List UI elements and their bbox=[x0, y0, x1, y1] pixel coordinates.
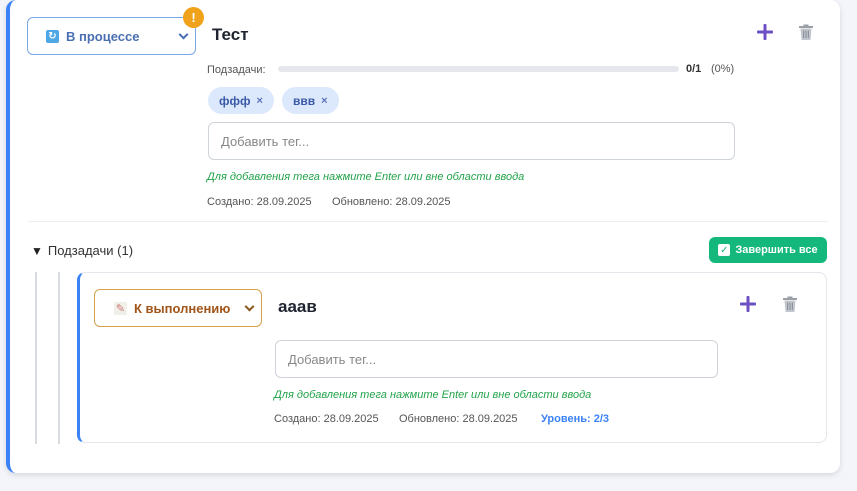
subtask-title[interactable]: ааав bbox=[278, 297, 317, 317]
subtask-status-select[interactable]: ✎ К выполнению bbox=[94, 289, 262, 327]
warning-icon: ! bbox=[183, 7, 204, 28]
add-subtask-button[interactable] bbox=[736, 292, 760, 316]
subtasks-progress-bar bbox=[278, 66, 679, 72]
delete-subtask-button[interactable] bbox=[779, 293, 801, 315]
tree-line bbox=[58, 272, 60, 444]
memo-icon: ✎ bbox=[114, 301, 127, 315]
add-subtask-button[interactable] bbox=[753, 20, 777, 44]
subtasks-toggle[interactable]: ▼ Подзадачи (1) bbox=[31, 243, 133, 258]
task-card: ↻ В процессе ! Тест Подзадачи: 0/1 (0%) … bbox=[6, 0, 840, 473]
complete-all-label: Завершить все bbox=[735, 244, 818, 256]
created-date: Создано: 28.09.2025 bbox=[207, 196, 312, 208]
chevron-down-icon bbox=[244, 301, 255, 312]
subtasks-progress-label: Подзадачи: bbox=[207, 64, 266, 76]
progress-count: 0/1 bbox=[686, 63, 702, 75]
subtask-created-date: Создано: 28.09.2025 bbox=[274, 413, 379, 425]
trash-icon bbox=[799, 24, 813, 40]
tag-label: ввв bbox=[293, 93, 316, 108]
updated-date: Обновлено: 28.09.2025 bbox=[332, 196, 451, 208]
subtask-tag-hint: Для добавления тега нажмите Enter или вн… bbox=[274, 389, 592, 401]
chevron-down-icon bbox=[178, 29, 189, 40]
subtask-add-tag-input[interactable]: Добавить тег... bbox=[275, 340, 718, 378]
tag-remove-icon[interactable]: × bbox=[257, 95, 263, 107]
complete-all-button[interactable]: ✓ Завершить все bbox=[709, 237, 827, 263]
tag-hint: Для добавления тега нажмите Enter или вн… bbox=[207, 171, 525, 183]
tag-remove-icon[interactable]: × bbox=[321, 95, 327, 107]
status-select[interactable]: ↻ В процессе bbox=[27, 17, 196, 55]
delete-task-button[interactable] bbox=[795, 21, 817, 43]
tag-chip: ффф × bbox=[208, 87, 274, 114]
add-tag-input[interactable]: Добавить тег... bbox=[208, 122, 735, 160]
subtask-level: Уровень: 2/3 bbox=[541, 413, 610, 425]
subtask-updated-date: Обновлено: 28.09.2025 bbox=[399, 413, 518, 425]
divider bbox=[28, 221, 828, 222]
checkbox-icon: ✓ bbox=[718, 244, 731, 256]
plus-icon bbox=[740, 296, 756, 312]
tree-line bbox=[35, 272, 37, 444]
task-title[interactable]: Тест bbox=[212, 25, 249, 45]
refresh-icon: ↻ bbox=[46, 29, 59, 43]
subtasks-heading: Подзадачи (1) bbox=[47, 243, 134, 258]
tag-label: ффф bbox=[219, 93, 251, 108]
subtask-status-label: К выполнению bbox=[134, 300, 231, 316]
progress-percent: (0%) bbox=[711, 63, 735, 75]
trash-icon bbox=[783, 296, 797, 312]
collapse-triangle-icon: ▼ bbox=[31, 243, 43, 258]
tag-chip: ввв × bbox=[282, 87, 339, 114]
status-label: В процессе bbox=[66, 28, 140, 44]
plus-icon bbox=[757, 24, 773, 40]
